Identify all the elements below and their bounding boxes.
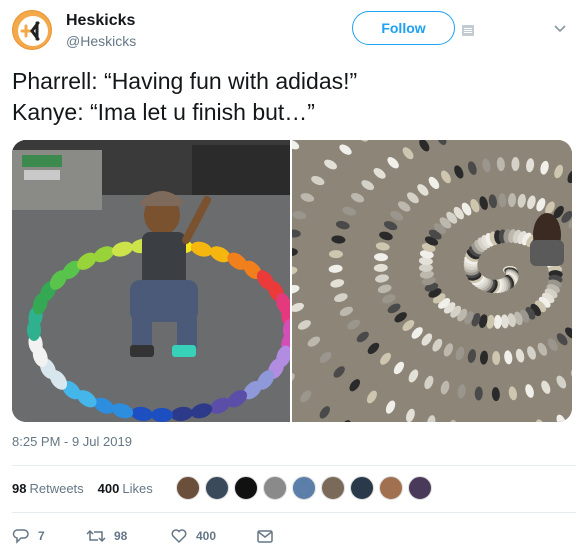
chevron-down-icon[interactable] xyxy=(552,20,568,36)
avatar[interactable] xyxy=(379,476,403,500)
message-button[interactable] xyxy=(256,527,282,545)
retweet-count: 98 xyxy=(114,529,128,543)
tweet-text: Pharrell: “Having fun with adidas!” Kany… xyxy=(12,66,357,128)
avatar[interactable] xyxy=(205,476,229,500)
avatar[interactable] xyxy=(350,476,374,500)
user-handle[interactable]: @Heskicks xyxy=(66,32,136,50)
avatar[interactable] xyxy=(176,476,200,500)
avatar[interactable] xyxy=(408,476,432,500)
tweet-header: Heskicks @Heskicks Follow xyxy=(12,10,576,50)
brand-logo-icon xyxy=(20,21,40,41)
message-icon xyxy=(257,530,273,543)
like-icon xyxy=(171,529,187,544)
tweet-media xyxy=(12,140,572,422)
like-count: 400 xyxy=(196,529,217,543)
tweet-line-1: Pharrell: “Having fun with adidas!” xyxy=(12,68,358,94)
photo-pharrell-sneaker-rainbow[interactable] xyxy=(12,140,290,422)
divider xyxy=(12,512,576,513)
avatar[interactable] xyxy=(263,476,287,500)
retweet-icon xyxy=(86,529,106,543)
retweet-button[interactable]: 98 xyxy=(86,527,170,545)
avatar[interactable] xyxy=(321,476,345,500)
avatar[interactable] xyxy=(292,476,316,500)
tweet-line-2: Kanye: “Ima let u finish but…” xyxy=(12,99,315,125)
reply-button[interactable]: 7 xyxy=(12,527,86,545)
like-button[interactable]: 400 xyxy=(170,527,256,545)
divider xyxy=(12,465,576,466)
avatar[interactable] xyxy=(12,10,52,50)
avatar[interactable] xyxy=(234,476,258,500)
reply-count: 7 xyxy=(38,529,45,543)
follow-button[interactable]: Follow xyxy=(352,11,455,45)
profile-card-icon[interactable] xyxy=(462,25,474,36)
display-name[interactable]: Heskicks xyxy=(66,11,136,30)
liker-avatars xyxy=(176,476,437,500)
likes-stat[interactable]: 400 Likes xyxy=(98,481,153,496)
tweet-stats: 98 Retweets 400 Likes xyxy=(12,476,153,500)
tweet-actions: 7 98 400 xyxy=(12,525,282,547)
retweets-stat[interactable]: 98 Retweets xyxy=(12,481,84,496)
reply-icon xyxy=(12,529,29,544)
tweet-timestamp[interactable]: 8:25 PM - 9 Jul 2019 xyxy=(12,434,132,449)
photo-kanye-sneaker-spiral[interactable] xyxy=(292,140,572,422)
